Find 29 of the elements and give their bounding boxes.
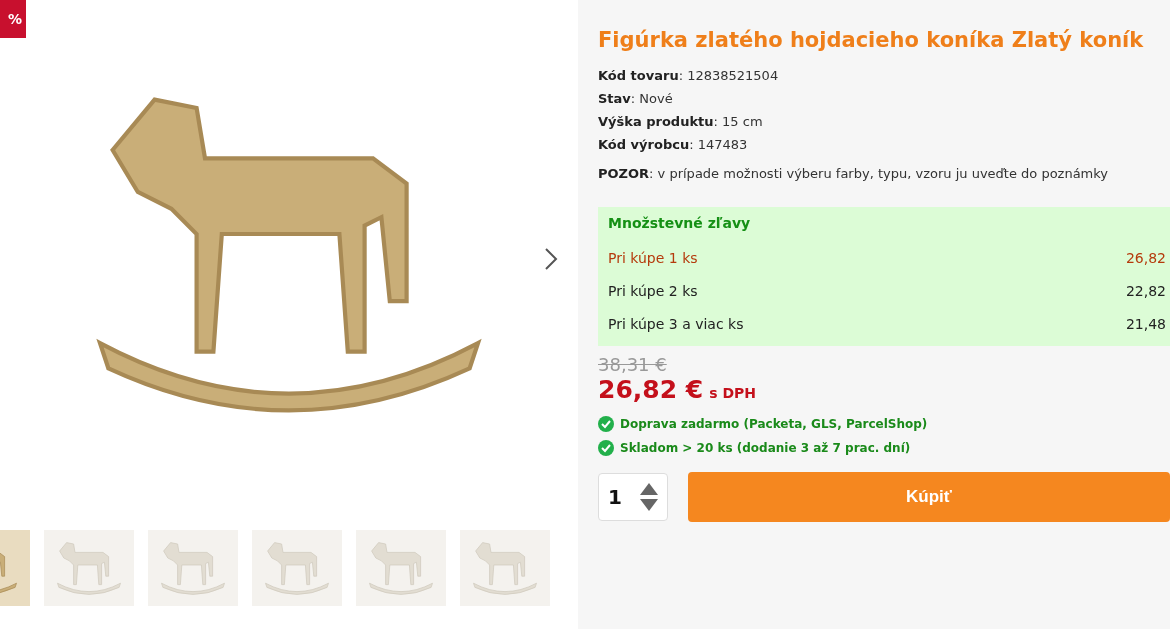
discount-label: Pri kúpe 3 a viac ks xyxy=(608,315,744,332)
price-suffix: s DPH xyxy=(709,385,756,401)
discount-price: 21,48 xyxy=(1125,315,1166,332)
benefit-text: Skladom > 20 ks (dodanie 3 až 7 prac. dní) xyxy=(620,441,911,455)
discount-title: Množstevné zľavy xyxy=(608,215,752,231)
discount-badge: % xyxy=(0,0,26,38)
increase-arrow-icon[interactable] xyxy=(639,483,658,495)
quantity-field[interactable]: 1 xyxy=(598,473,668,521)
discount-label: Pri kúpe 2 ks xyxy=(608,282,698,299)
thumbnail-photo[interactable] xyxy=(148,530,238,606)
thumbnail-photo[interactable] xyxy=(252,530,342,606)
discount-price: 22,82 xyxy=(1125,282,1166,299)
thumbnail-photo[interactable] xyxy=(44,530,134,606)
product-attribute: Stav: Nové xyxy=(598,91,674,106)
thumbnail-photo[interactable] xyxy=(356,530,446,606)
product-attribute: Výška produktu: 15 cm xyxy=(598,114,764,129)
benefit-text: Doprava zadarmo (Packeta, GLS, ParcelShop) xyxy=(620,417,928,431)
price: 26,82 € xyxy=(598,375,704,404)
thumbnail-photo[interactable] xyxy=(460,530,550,606)
note-text: POZOR: v prípade možnosti výberu farby, typu, vzoru ju uveďte do poznámky xyxy=(598,166,1110,181)
product-attribute: Kód výrobcu: 147483 xyxy=(598,137,749,152)
check-circle-icon xyxy=(598,440,614,456)
old-price: 38,31 € xyxy=(598,354,667,375)
decrease-arrow-icon[interactable] xyxy=(639,499,658,511)
discount-price: 26,82 xyxy=(1125,249,1166,266)
check-circle-icon xyxy=(598,416,614,432)
product-title: Figúrka zlatého hojdacieho koníka Zlatý koník xyxy=(598,28,1145,52)
discount-label: Pri kúpe 1 ks xyxy=(608,249,698,266)
product-attribute: Kód tovaru: 12838521504 xyxy=(598,68,780,83)
